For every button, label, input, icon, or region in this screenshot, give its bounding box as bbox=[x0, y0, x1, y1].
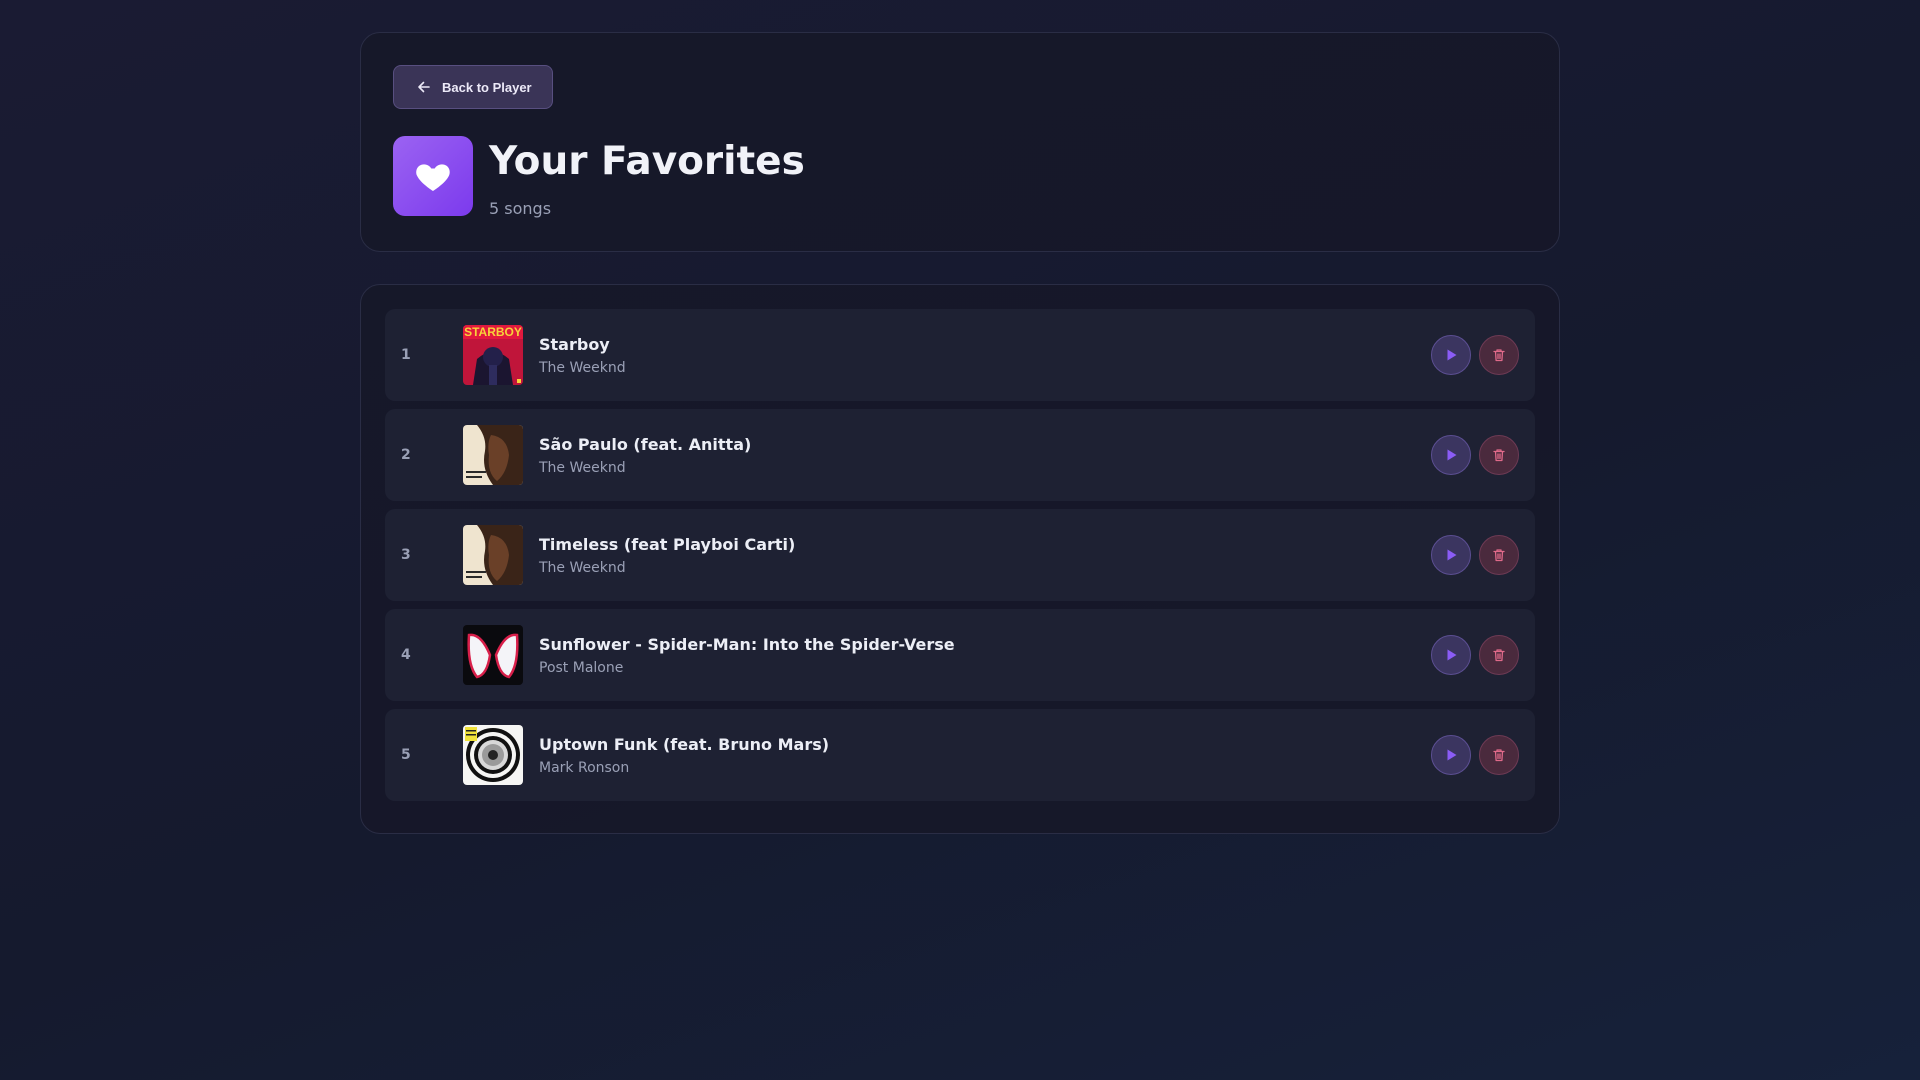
play-button[interactable] bbox=[1431, 535, 1471, 575]
track-row[interactable]: 5 Uptown Funk (feat. Bruno Mars) Mark Ro… bbox=[385, 709, 1535, 801]
trash-icon bbox=[1493, 749, 1505, 762]
play-button[interactable] bbox=[1431, 735, 1471, 775]
play-button[interactable] bbox=[1431, 335, 1471, 375]
trash-icon bbox=[1493, 349, 1505, 362]
track-number: 3 bbox=[401, 547, 411, 563]
trash-icon bbox=[1493, 449, 1505, 462]
track-number: 4 bbox=[401, 647, 411, 663]
track-artist: Post Malone bbox=[539, 659, 624, 676]
track-row[interactable]: 4 Sunflower - Spider-Man: Into the Spide… bbox=[385, 609, 1535, 701]
track-number: 5 bbox=[401, 747, 411, 763]
starboy-cover: STARBOY bbox=[463, 325, 523, 385]
favorites-track-list: 1 STARBOY Starboy The Weeknd 2 São Paulo… bbox=[360, 284, 1560, 834]
uptown-special-cover bbox=[463, 725, 523, 785]
title-row: Your Favorites 5 songs bbox=[393, 136, 1527, 218]
remove-favorite-button[interactable] bbox=[1479, 335, 1519, 375]
spider-verse-cover bbox=[463, 625, 523, 685]
track-row[interactable]: 2 São Paulo (feat. Anitta) The Weeknd bbox=[385, 409, 1535, 501]
track-number: 2 bbox=[401, 447, 411, 463]
song-count: 5 songs bbox=[489, 199, 552, 218]
play-icon bbox=[1447, 549, 1457, 561]
hurry-up-tomorrow-cover bbox=[463, 525, 523, 585]
trash-icon bbox=[1493, 649, 1505, 662]
track-row[interactable]: 1 STARBOY Starboy The Weeknd bbox=[385, 309, 1535, 401]
play-button[interactable] bbox=[1431, 435, 1471, 475]
track-title: Uptown Funk (feat. Bruno Mars) bbox=[539, 734, 830, 754]
play-button[interactable] bbox=[1431, 635, 1471, 675]
hurry-up-tomorrow-cover bbox=[463, 425, 523, 485]
remove-favorite-button[interactable] bbox=[1479, 635, 1519, 675]
track-artist: The Weeknd bbox=[539, 459, 626, 476]
play-icon bbox=[1447, 649, 1457, 661]
play-icon bbox=[1447, 449, 1457, 461]
page-title: Your Favorites bbox=[489, 139, 805, 184]
track-title: Starboy bbox=[539, 334, 610, 354]
back-to-player-label: Back to Player bbox=[442, 79, 532, 95]
track-row[interactable]: 3 Timeless (feat Playboi Carti) The Week… bbox=[385, 509, 1535, 601]
track-artist: The Weeknd bbox=[539, 359, 626, 376]
favorites-heart-tile bbox=[393, 136, 473, 216]
favorites-page: Back to Player Your Favorites 5 songs 1 bbox=[360, 32, 1560, 834]
svg-text:STARBOY: STARBOY bbox=[464, 325, 522, 339]
favorites-header: Back to Player Your Favorites 5 songs bbox=[360, 32, 1560, 252]
play-icon bbox=[1447, 749, 1457, 761]
arrow-left-icon bbox=[418, 81, 430, 93]
track-title: Timeless (feat Playboi Carti) bbox=[539, 534, 796, 554]
track-artist: The Weeknd bbox=[539, 559, 626, 576]
remove-favorite-button[interactable] bbox=[1479, 735, 1519, 775]
heart-icon bbox=[416, 164, 450, 191]
track-title: Sunflower - Spider-Man: Into the Spider-… bbox=[539, 634, 955, 654]
track-title: São Paulo (feat. Anitta) bbox=[539, 434, 752, 454]
play-icon bbox=[1447, 349, 1457, 361]
back-to-player-button[interactable]: Back to Player bbox=[393, 65, 553, 109]
track-artist: Mark Ronson bbox=[539, 759, 630, 776]
trash-icon bbox=[1493, 549, 1505, 562]
remove-favorite-button[interactable] bbox=[1479, 435, 1519, 475]
remove-favorite-button[interactable] bbox=[1479, 535, 1519, 575]
track-number: 1 bbox=[401, 347, 411, 363]
